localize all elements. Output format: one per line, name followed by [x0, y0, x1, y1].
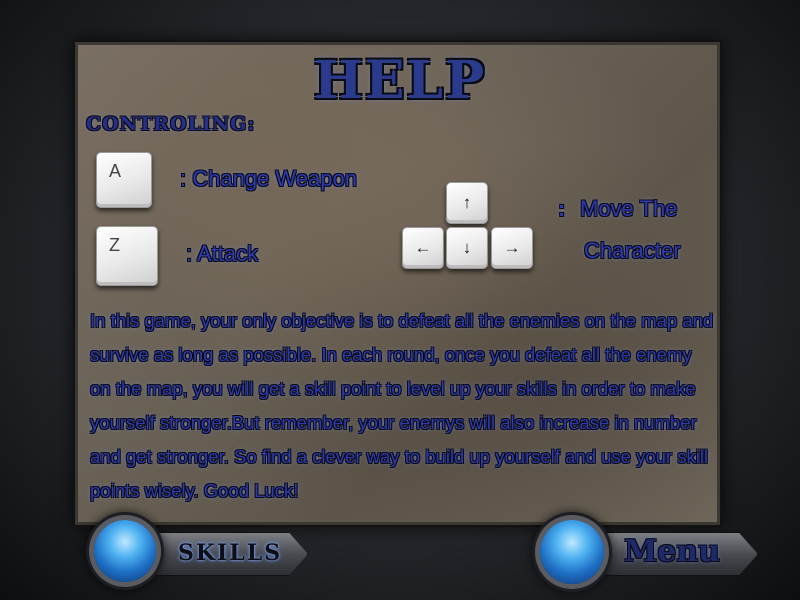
arrow-down-key: ↓ [446, 227, 488, 269]
attack-label: : Attack [186, 241, 259, 266]
key-z: Z [96, 226, 158, 286]
controls-section-label: CONTROLING: [86, 113, 256, 135]
change-weapon-label: : Change Weapon [180, 166, 357, 191]
arrow-left-icon: ← [414, 238, 432, 257]
skills-orb-icon [94, 520, 156, 582]
arrow-right-key: → [491, 227, 533, 269]
menu-button-label: Menu [624, 534, 720, 569]
skills-button-label: SKILLS [178, 540, 283, 566]
arrow-up-icon: ↑ [462, 193, 472, 212]
arrow-up-key: ↑ [446, 182, 488, 224]
key-a-letter: A [109, 161, 122, 181]
arrow-right-icon: → [503, 238, 521, 257]
key-z-letter: Z [109, 235, 120, 255]
move-label-line2: Character [584, 238, 681, 263]
menu-orb-icon [540, 520, 604, 584]
move-colon: : [558, 196, 566, 221]
arrow-down-icon: ↓ [462, 238, 472, 257]
menu-button[interactable]: Menu [532, 520, 760, 584]
page-title: HELP [313, 50, 487, 111]
move-label-line1: Move The [580, 196, 678, 221]
key-a: A [96, 152, 152, 208]
skills-button[interactable]: SKILLS [86, 520, 311, 582]
objective-description: In this game, your only objective is to … [90, 310, 714, 501]
arrow-left-key: ← [402, 227, 444, 269]
